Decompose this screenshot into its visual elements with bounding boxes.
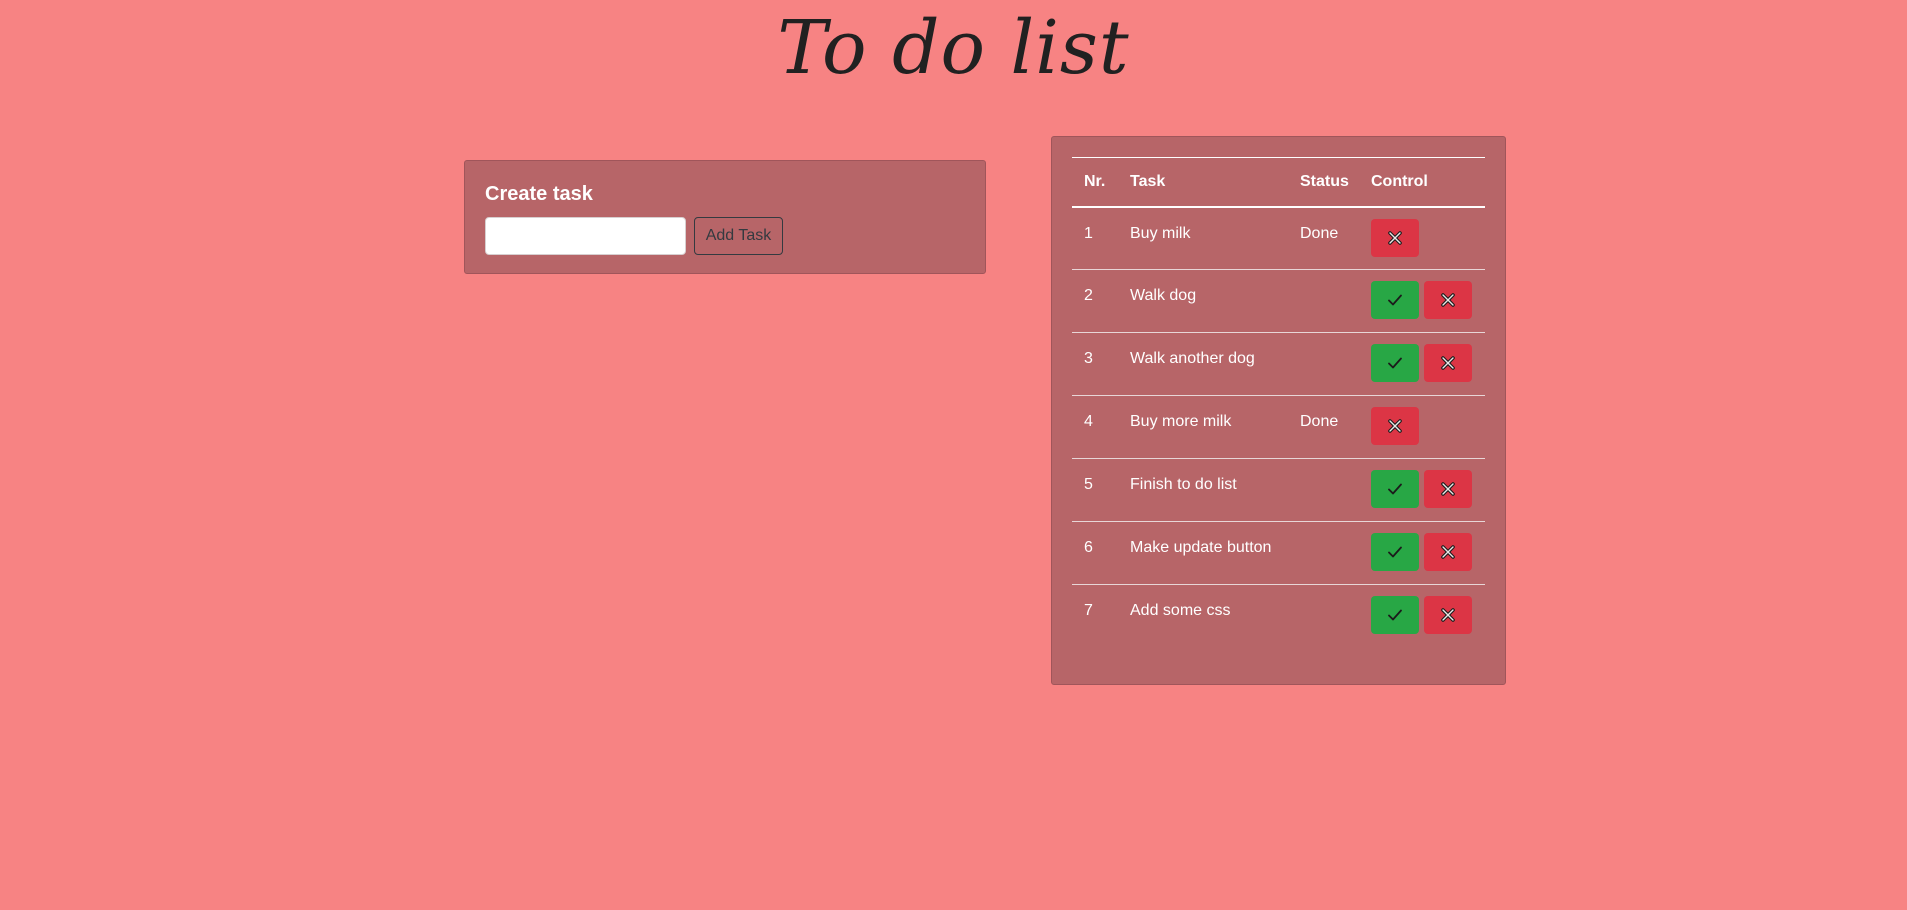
task-status xyxy=(1288,333,1359,396)
mark-done-button[interactable] xyxy=(1371,596,1419,634)
task-controls xyxy=(1359,207,1485,270)
page-title: To do list xyxy=(777,5,1130,91)
task-status: Done xyxy=(1300,413,1339,430)
mark-done-button[interactable] xyxy=(1371,344,1419,382)
table-row: 6 Make update button xyxy=(1072,522,1485,585)
task-controls xyxy=(1359,396,1485,459)
task-number: 4 xyxy=(1084,413,1093,430)
task-table-body: 1 Buy milk Done 2 Walk dog 3 Walk another dog 4… xyxy=(1072,207,1485,648)
mark-done-button[interactable] xyxy=(1371,281,1419,319)
table-header-row: Nr. Task Status Control xyxy=(1072,157,1485,207)
task-status xyxy=(1288,459,1359,522)
mark-done-button[interactable] xyxy=(1371,470,1419,508)
task-table: Nr. Task Status Control 1 Buy milk Done 2 Wa… xyxy=(1072,157,1485,648)
task-number: 2 xyxy=(1084,287,1093,304)
task-status: Done xyxy=(1300,224,1339,242)
task-name: Walk another dog xyxy=(1130,350,1255,367)
table-row: 5 Finish to do list xyxy=(1072,459,1485,522)
task-controls xyxy=(1359,459,1485,522)
task-number: 1 xyxy=(1084,224,1093,242)
task-controls xyxy=(1359,585,1485,648)
task-input[interactable] xyxy=(485,217,686,255)
task-number: 6 xyxy=(1084,539,1093,556)
task-controls xyxy=(1359,522,1485,585)
column-header-status: Status xyxy=(1300,172,1349,190)
task-status xyxy=(1288,522,1359,585)
delete-task-button[interactable] xyxy=(1424,281,1472,319)
task-number: 3 xyxy=(1084,350,1093,367)
mark-done-button[interactable] xyxy=(1371,533,1419,571)
task-name: Make update button xyxy=(1130,539,1272,556)
task-name: Buy more milk xyxy=(1130,413,1232,430)
task-number: 7 xyxy=(1084,602,1093,619)
delete-task-button[interactable] xyxy=(1371,218,1419,257)
column-header-task: Task xyxy=(1130,172,1166,190)
task-number: 5 xyxy=(1084,476,1093,493)
task-list-panel: Nr. Task Status Control 1 Buy milk Done 2 Wa… xyxy=(1051,136,1506,685)
task-name: Buy milk xyxy=(1130,224,1191,242)
column-header-nr: Nr. xyxy=(1084,172,1106,190)
delete-task-button[interactable] xyxy=(1424,470,1472,508)
task-status xyxy=(1288,585,1359,648)
column-header-control: Control xyxy=(1371,172,1428,190)
create-task-heading: Create task xyxy=(485,183,593,205)
task-controls xyxy=(1359,333,1485,396)
task-name: Add some css xyxy=(1130,602,1231,619)
table-row: 7 Add some css xyxy=(1072,585,1485,648)
delete-task-button[interactable] xyxy=(1371,407,1419,445)
task-name: Finish to do list xyxy=(1130,476,1237,493)
add-task-button[interactable]: Add Task xyxy=(694,217,783,255)
table-row: 3 Walk another dog xyxy=(1072,333,1485,396)
table-row: 2 Walk dog xyxy=(1072,270,1485,333)
task-status xyxy=(1288,270,1359,333)
task-name: Walk dog xyxy=(1130,287,1197,304)
table-row: 4 Buy more milk Done xyxy=(1072,396,1485,459)
delete-task-button[interactable] xyxy=(1424,596,1472,634)
task-controls xyxy=(1359,270,1485,333)
create-task-panel: Create task Add Task xyxy=(464,160,986,274)
delete-task-button[interactable] xyxy=(1424,344,1472,382)
delete-task-button[interactable] xyxy=(1424,533,1472,571)
table-row: 1 Buy milk Done xyxy=(1072,207,1485,270)
